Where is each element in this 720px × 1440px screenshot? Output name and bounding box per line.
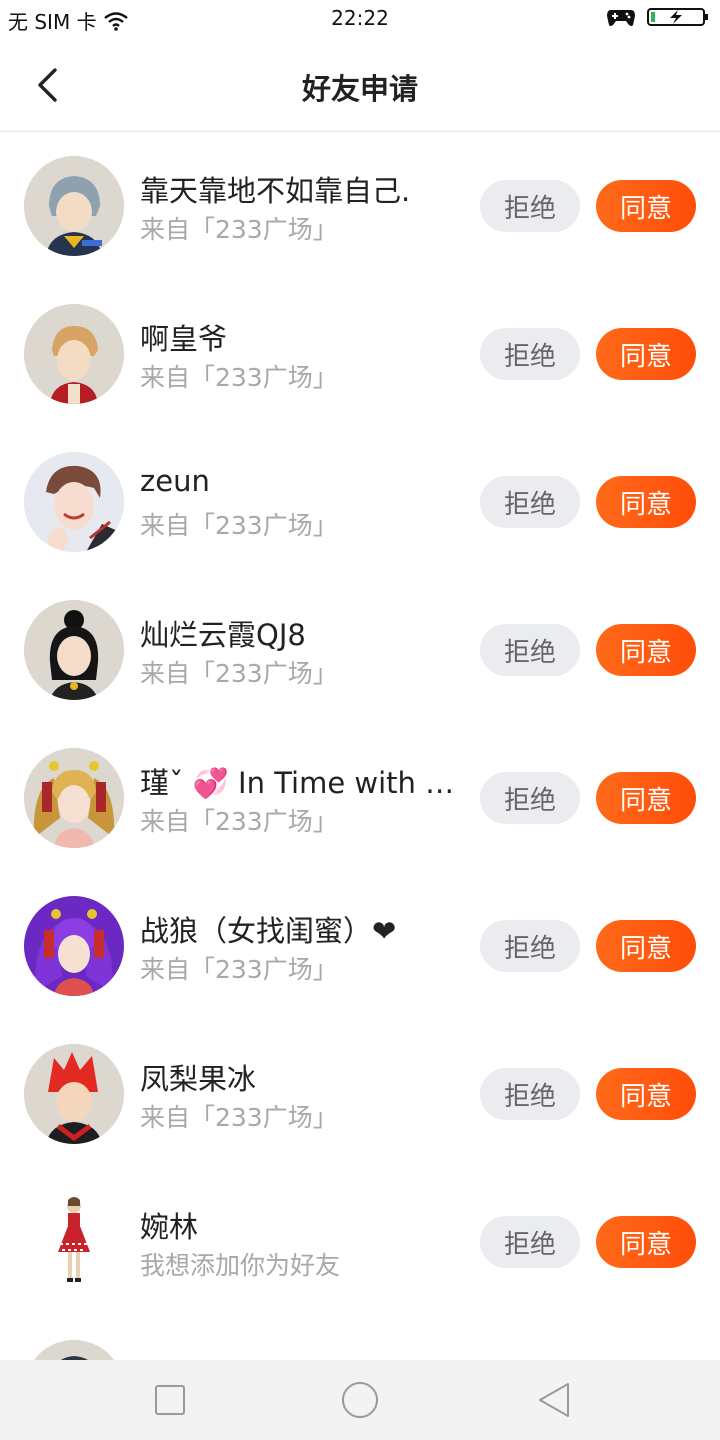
- accept-button[interactable]: 同意: [596, 1216, 696, 1268]
- reject-button[interactable]: 拒绝: [480, 180, 580, 232]
- request-name: 瑾ˇ 💞 In Time with You: [140, 766, 460, 800]
- square-icon[interactable]: [150, 1380, 190, 1420]
- friend-request-row: [0, 1316, 720, 1360]
- accept-button[interactable]: 同意: [596, 772, 696, 824]
- request-source: 来自「233广场」: [140, 215, 338, 244]
- request-name: 战狼（女找闺蜜）❤: [140, 914, 397, 948]
- avatar-image: [24, 452, 124, 552]
- friend-request-row: 婉林 我想添加你为好友 拒绝 同意: [0, 1168, 720, 1316]
- avatar[interactable]: [24, 452, 124, 552]
- friend-request-row: 瑾ˇ 💞 In Time with You 来自「233广场」 拒绝 同意: [0, 724, 720, 872]
- avatar-image: [24, 1192, 124, 1292]
- reject-button[interactable]: 拒绝: [480, 1216, 580, 1268]
- request-source: 来自「233广场」: [140, 659, 338, 688]
- avatar[interactable]: [24, 1192, 124, 1292]
- reject-button[interactable]: 拒绝: [480, 920, 580, 972]
- avatar-image: [24, 1340, 124, 1360]
- friend-request-row: 灿烂云霞QJ8 来自「233广场」 拒绝 同意: [0, 576, 720, 724]
- friend-request-list[interactable]: 靠天靠地不如靠自己. 来自「233广场」 拒绝 同意 啊皇爷 来自「233广场」…: [0, 132, 720, 1360]
- reject-button[interactable]: 拒绝: [480, 476, 580, 528]
- request-name: 婉林: [140, 1210, 199, 1244]
- avatar[interactable]: [24, 304, 124, 404]
- navigation-bar: [0, 1360, 720, 1440]
- avatar[interactable]: [24, 748, 124, 848]
- accept-button[interactable]: 同意: [596, 328, 696, 380]
- avatar[interactable]: [24, 600, 124, 700]
- reject-button[interactable]: 拒绝: [480, 624, 580, 676]
- friend-request-row: 战狼（女找闺蜜）❤ 来自「233广场」 拒绝 同意: [0, 872, 720, 1020]
- header: 好友申请: [0, 40, 720, 132]
- circle-icon[interactable]: [340, 1380, 380, 1420]
- avatar[interactable]: [24, 156, 124, 256]
- status-bar: 无 SIM 卡 22:22: [0, 0, 720, 40]
- reject-button[interactable]: 拒绝: [480, 1068, 580, 1120]
- status-right: [606, 6, 710, 28]
- request-name: zeun: [140, 464, 210, 498]
- avatar-image: [24, 600, 124, 700]
- avatar-image: [24, 896, 124, 996]
- friend-request-row: zeun 来自「233广场」 拒绝 同意: [0, 428, 720, 576]
- request-name: 靠天靠地不如靠自己.: [140, 174, 411, 208]
- request-source: 来自「233广场」: [140, 807, 338, 836]
- friend-request-row: 凤梨果冰 来自「233广场」 拒绝 同意: [0, 1020, 720, 1168]
- request-name: 灿烂云霞QJ8: [140, 618, 306, 652]
- accept-button[interactable]: 同意: [596, 920, 696, 972]
- request-source: 来自「233广场」: [140, 363, 338, 392]
- avatar[interactable]: [24, 1340, 124, 1360]
- avatar-image: [24, 156, 124, 256]
- avatar-image: [24, 1044, 124, 1144]
- reject-button[interactable]: 拒绝: [480, 772, 580, 824]
- battery-icon: [647, 8, 708, 26]
- avatar[interactable]: [24, 1044, 124, 1144]
- avatar-image: [24, 748, 124, 848]
- accept-button[interactable]: 同意: [596, 180, 696, 232]
- gamepad-icon: [607, 10, 635, 26]
- request-source: 来自「233广场」: [140, 1103, 338, 1132]
- avatar-image: [24, 304, 124, 404]
- avatar[interactable]: [24, 896, 124, 996]
- page-title: 好友申请: [301, 72, 418, 106]
- request-source: 来自「233广场」: [140, 955, 338, 984]
- request-source: 我想添加你为好友: [140, 1251, 341, 1280]
- friend-request-row: 啊皇爷 来自「233广场」 拒绝 同意: [0, 280, 720, 428]
- request-name: 凤梨果冰: [140, 1062, 257, 1096]
- request-name: 啊皇爷: [140, 322, 228, 356]
- accept-button[interactable]: 同意: [596, 1068, 696, 1120]
- triangle-back-icon[interactable]: [534, 1380, 574, 1420]
- accept-button[interactable]: 同意: [596, 476, 696, 528]
- reject-button[interactable]: 拒绝: [480, 328, 580, 380]
- accept-button[interactable]: 同意: [596, 624, 696, 676]
- friend-request-row: 靠天靠地不如靠自己. 来自「233广场」 拒绝 同意: [0, 132, 720, 280]
- request-source: 来自「233广场」: [140, 511, 338, 540]
